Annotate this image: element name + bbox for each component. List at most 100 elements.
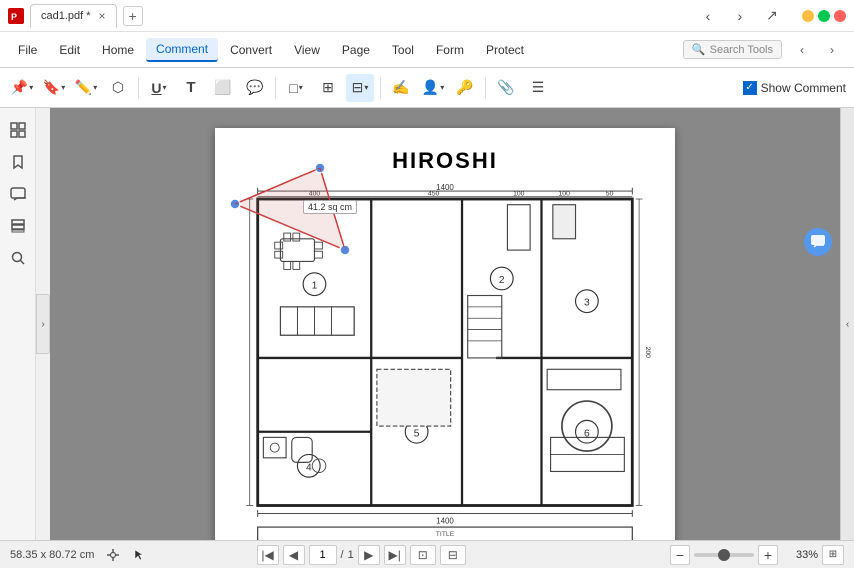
menu-comment[interactable]: Comment xyxy=(146,38,218,62)
menu-page[interactable]: Page xyxy=(332,39,380,61)
current-page-input[interactable] xyxy=(309,545,337,565)
callout-icon: 💬 xyxy=(246,79,263,96)
rubber-stamp-button[interactable]: 🔑 xyxy=(451,74,479,102)
comment-bubble[interactable] xyxy=(804,228,832,256)
menu-edit[interactable]: Edit xyxy=(49,39,90,61)
svg-text:4: 4 xyxy=(306,462,312,473)
toolbar-separator-1 xyxy=(138,77,139,99)
stamp-button[interactable]: 🔖 ▾ xyxy=(40,74,68,102)
panel-search-button[interactable] xyxy=(4,244,32,272)
collapse-right-button[interactable]: ‹ xyxy=(840,108,854,540)
close-button[interactable] xyxy=(834,10,846,22)
panel-comment-button[interactable] xyxy=(4,180,32,208)
panel-grid-button[interactable] xyxy=(4,116,32,144)
pan-tool-button[interactable] xyxy=(102,545,124,565)
minimize-button[interactable] xyxy=(802,10,814,22)
show-comment-checkbox[interactable]: ✓ xyxy=(743,81,757,95)
search-placeholder: Search Tools xyxy=(710,44,773,56)
shape-button[interactable]: □ ▾ xyxy=(282,74,310,102)
stamp-icon: 🔖 xyxy=(43,79,60,96)
svg-text:400: 400 xyxy=(309,191,321,198)
select-tool-button[interactable] xyxy=(128,545,150,565)
collapse-left-button[interactable]: › xyxy=(36,294,50,354)
search-icon: 🔍 xyxy=(692,43,706,56)
callout-button[interactable]: 💬 xyxy=(241,74,269,102)
toolbar-separator-4 xyxy=(485,77,486,99)
fit-button[interactable]: ⊞ xyxy=(822,545,844,565)
pen-button[interactable]: ✏️ ▾ xyxy=(72,74,100,102)
svg-text:TITLE: TITLE xyxy=(436,531,455,538)
eraser-icon: ⬡ xyxy=(112,79,124,96)
external-link-icon[interactable]: ↗ xyxy=(758,6,786,26)
textbox-icon: ⬜ xyxy=(214,79,231,96)
menu-nav-left[interactable]: ‹ xyxy=(788,40,816,60)
svg-text:2: 2 xyxy=(499,275,505,286)
zoom-controls: − + 33% ⊞ xyxy=(670,545,844,565)
pan-icon xyxy=(106,548,120,562)
main-area: › 41.2 sq cm HIROSHI xyxy=(0,108,854,540)
fit-width-button[interactable]: ⊡ xyxy=(410,545,436,565)
active-measure-button[interactable]: ⊟ ▾ xyxy=(346,74,374,102)
comment-icon xyxy=(10,186,26,202)
nav-back-icon[interactable]: ‹ xyxy=(694,6,722,26)
last-page-button[interactable]: ▶| xyxy=(384,545,406,565)
eraser-button[interactable]: ⬡ xyxy=(104,74,132,102)
next-page-button[interactable]: ▶ xyxy=(358,545,380,565)
measure-button[interactable]: ⊞ xyxy=(314,74,342,102)
bottom-bar: 58.35 x 80.72 cm |◀ ◀ / 1 ▶ ▶| ⊡ ⊟ − xyxy=(0,540,854,568)
floor-plan-svg: 1400 400 450 100 100 50 200 xyxy=(235,182,655,540)
svg-text:100: 100 xyxy=(559,191,571,198)
svg-text:1: 1 xyxy=(312,281,318,292)
stamp-dropdown-icon: ▾ xyxy=(61,83,65,92)
add-tab-button[interactable]: + xyxy=(123,6,143,26)
zoom-slider[interactable] xyxy=(694,553,754,557)
nav-forward-icon[interactable]: › xyxy=(726,6,754,26)
panel-layers-button[interactable] xyxy=(4,212,32,240)
content-area[interactable]: 41.2 sq cm HIROSHI 1400 400 450 100 xyxy=(50,108,840,540)
text-button[interactable]: T xyxy=(177,74,205,102)
pen-dropdown-icon: ▾ xyxy=(93,83,97,92)
show-comment-toggle[interactable]: ✓ Show Comment xyxy=(743,81,846,95)
window-controls: ‹ › ↗ xyxy=(694,6,846,26)
svg-text:200: 200 xyxy=(644,347,651,359)
document-tab[interactable]: cad1.pdf * × xyxy=(30,4,117,28)
sticky-note-button[interactable]: 📌 ▾ xyxy=(8,74,36,102)
text-icon: T xyxy=(186,79,195,96)
layers-icon xyxy=(10,218,26,234)
menu-file[interactable]: File xyxy=(8,39,47,61)
measure-icon: ⊞ xyxy=(322,79,334,96)
sticky-note-icon: 📌 xyxy=(11,79,28,96)
user-stamp-button[interactable]: 👤 ▾ xyxy=(419,74,447,102)
menu-convert[interactable]: Convert xyxy=(220,39,282,61)
first-page-button[interactable]: |◀ xyxy=(257,545,279,565)
textbox-button[interactable]: ⬜ xyxy=(209,74,237,102)
zoom-in-button[interactable]: + xyxy=(758,545,778,565)
underline-button[interactable]: U ▾ xyxy=(145,74,173,102)
shape-icon: □ xyxy=(289,80,297,96)
prev-page-button[interactable]: ◀ xyxy=(283,545,305,565)
grid-icon xyxy=(10,122,26,138)
zoom-level-display: 33% xyxy=(782,549,818,561)
signature-button[interactable]: ✍ xyxy=(387,74,415,102)
attachment-button[interactable]: 📎 xyxy=(492,74,520,102)
active-measure-icon: ⊟ xyxy=(352,79,364,96)
title-bar-left: P cad1.pdf * × + xyxy=(8,4,143,28)
menu-view[interactable]: View xyxy=(284,39,330,61)
toolbar-separator-3 xyxy=(380,77,381,99)
close-tab-icon[interactable]: × xyxy=(99,9,106,23)
comment-list-button[interactable]: ☰ xyxy=(524,74,552,102)
menu-nav-right[interactable]: › xyxy=(818,40,846,60)
menu-form[interactable]: Form xyxy=(426,39,474,61)
fit-page-button[interactable]: ⊟ xyxy=(440,545,466,565)
zoom-out-button[interactable]: − xyxy=(670,545,690,565)
svg-text:100: 100 xyxy=(513,191,525,198)
search-tools[interactable]: 🔍 Search Tools xyxy=(683,40,782,59)
zoom-thumb[interactable] xyxy=(718,549,730,561)
area-annotation-label: 41.2 sq cm xyxy=(303,200,357,214)
menu-tool[interactable]: Tool xyxy=(382,39,424,61)
menu-home[interactable]: Home xyxy=(92,39,144,61)
maximize-button[interactable] xyxy=(818,10,830,22)
menu-protect[interactable]: Protect xyxy=(476,39,534,61)
signature-icon: ✍ xyxy=(392,79,409,96)
panel-bookmark-button[interactable] xyxy=(4,148,32,176)
